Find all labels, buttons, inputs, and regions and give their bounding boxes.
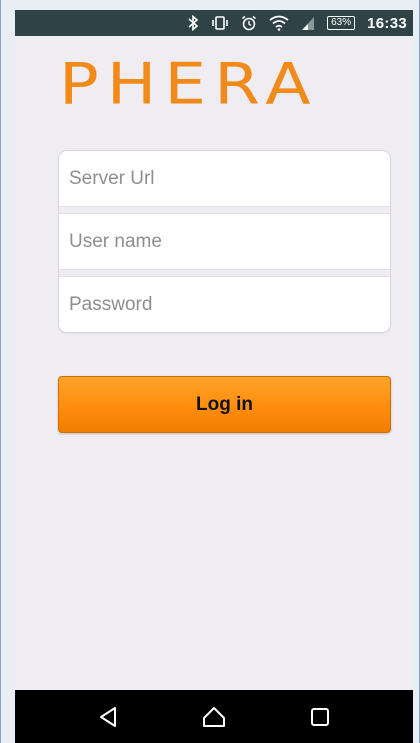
vibrate-icon: [211, 15, 229, 31]
clock-time: 16:33: [367, 14, 407, 32]
server-url-input[interactable]: [59, 151, 390, 206]
field-divider: [59, 206, 390, 214]
navigation-bar: [15, 690, 413, 743]
field-divider: [59, 269, 390, 277]
battery-icon: 63%: [327, 16, 356, 30]
status-bar: 63% 16:33: [15, 10, 413, 36]
login-button-label: Log in: [196, 393, 253, 415]
back-button[interactable]: [83, 697, 133, 737]
login-button[interactable]: Log in: [58, 376, 391, 433]
wifi-icon: [269, 15, 289, 31]
logo-text: PHERA: [59, 50, 319, 118]
login-fields-group: [58, 150, 391, 333]
alarm-icon: [241, 15, 257, 31]
recents-button[interactable]: [295, 697, 345, 737]
recents-icon: [311, 707, 329, 726]
app-logo: PHERA: [59, 56, 393, 126]
username-input[interactable]: [59, 214, 390, 269]
battery-percent: 63%: [331, 17, 352, 28]
home-icon: [203, 706, 225, 727]
phone-screen: 63% 16:33 PHERA Log in: [15, 10, 413, 743]
bluetooth-icon: [187, 15, 199, 31]
signal-icon: [301, 15, 315, 31]
password-input[interactable]: [59, 277, 390, 332]
window-frame: 63% 16:33 PHERA Log in: [0, 0, 420, 743]
back-icon: [100, 706, 116, 727]
home-button[interactable]: [189, 697, 239, 737]
